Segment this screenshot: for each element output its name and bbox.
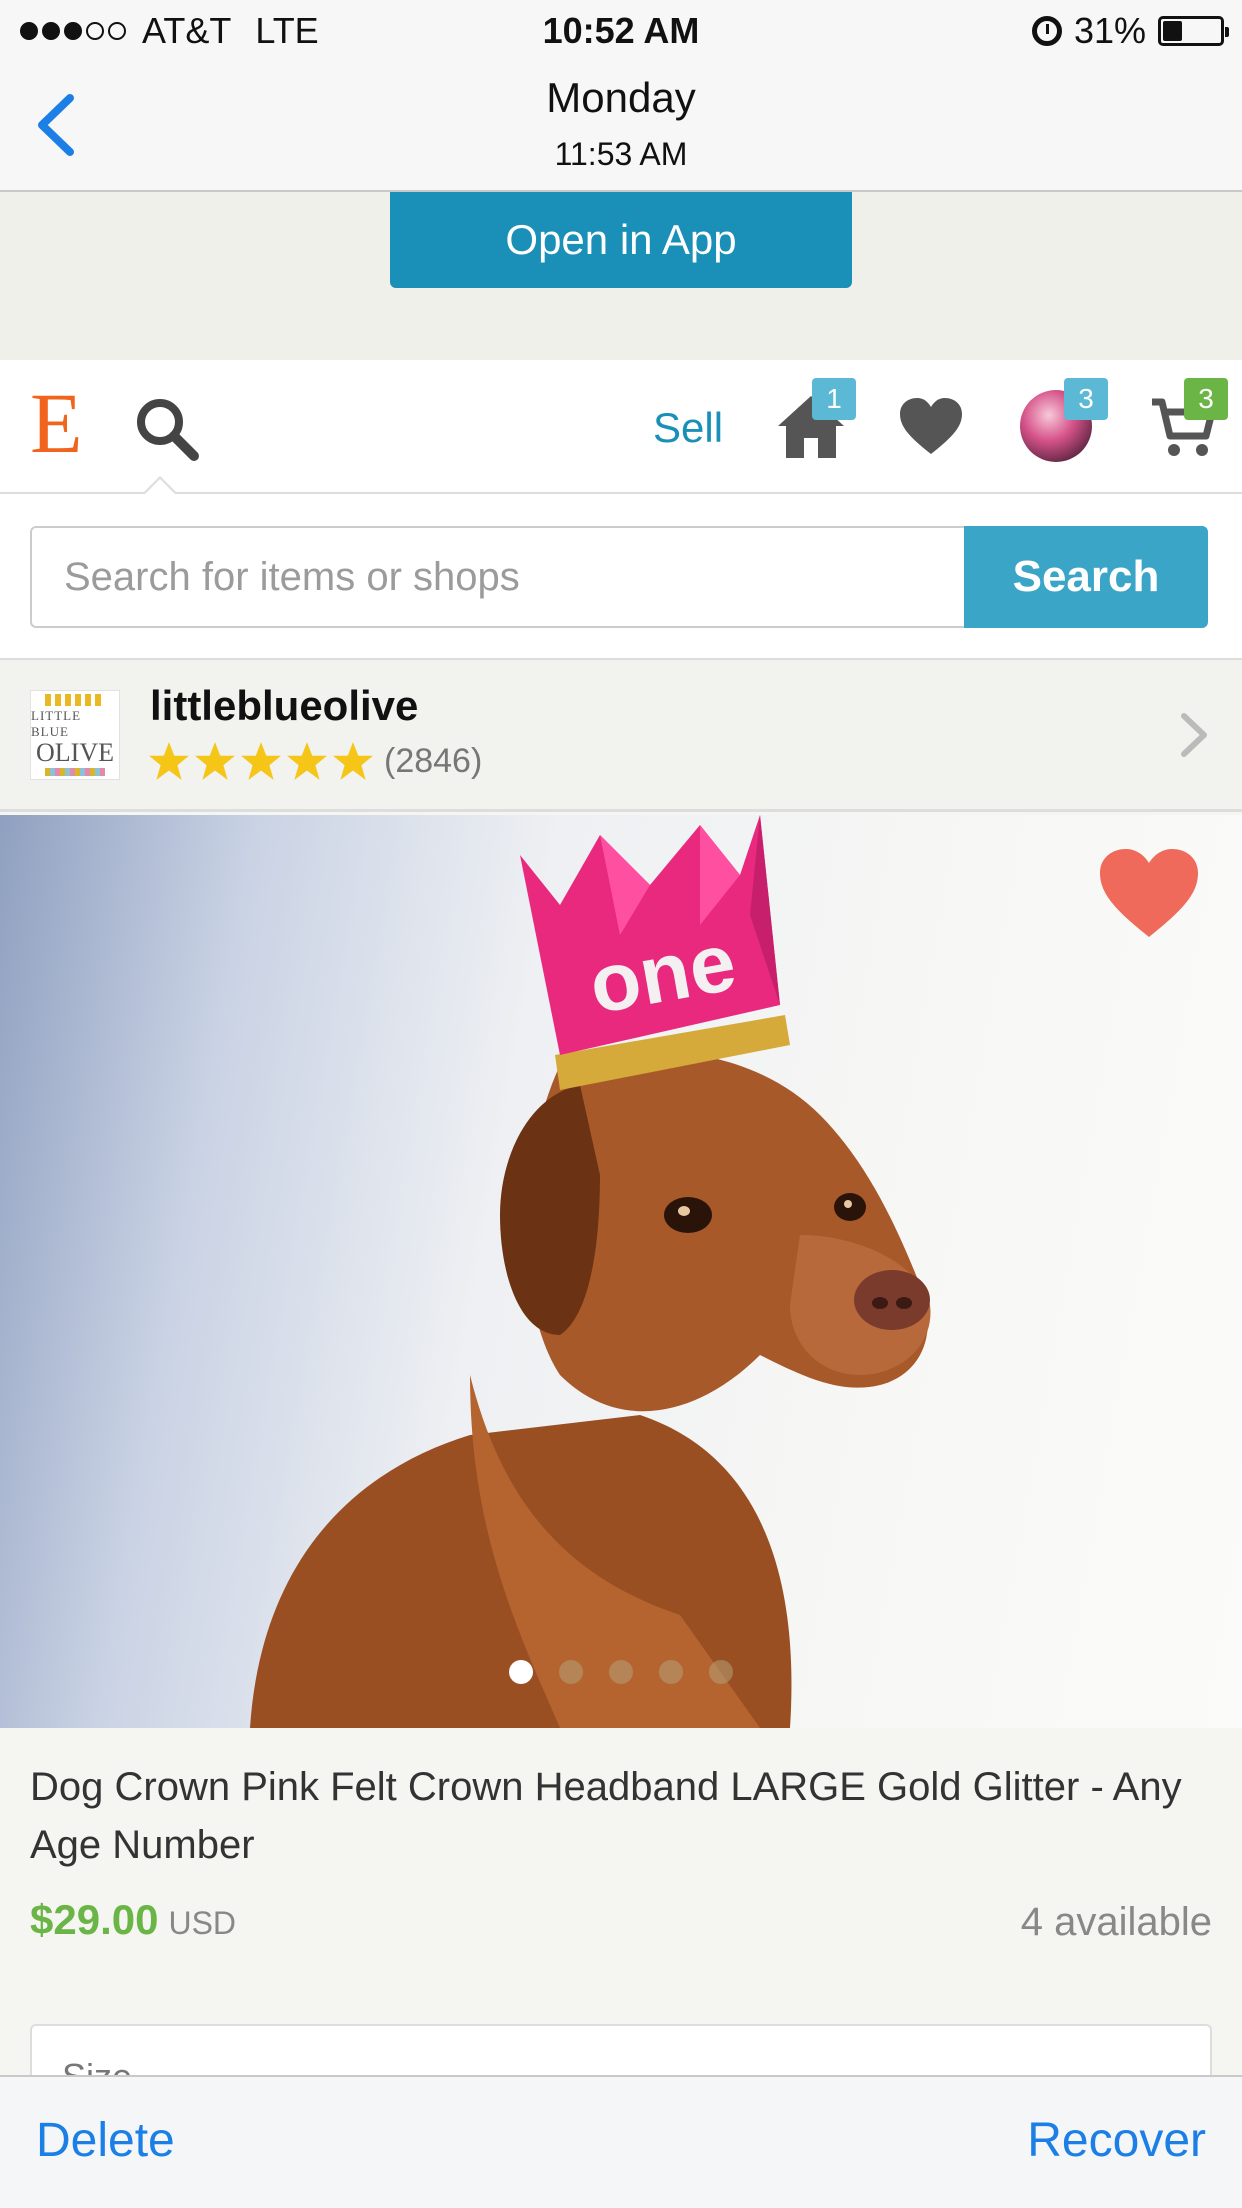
nav-title: Monday [546, 74, 696, 121]
top-bar: AT&T LTE 10:52 AM 31% Monday 11:53 AM [0, 0, 1242, 192]
status-right: 31% [1031, 10, 1229, 52]
chevron-right-icon [1181, 713, 1207, 757]
image-pager [0, 1660, 1242, 1684]
shop-logo-line1: LITTLE BLUE [31, 708, 82, 739]
etsy-logo[interactable]: E [30, 380, 83, 466]
review-count: (2846) [384, 741, 483, 780]
battery-percent: 31% [1073, 10, 1146, 51]
nav-subtitle: 11:53 AM [554, 136, 688, 172]
shop-rating: (2846) [148, 740, 482, 782]
alarm-icon [1031, 16, 1062, 46]
active-tab-caret [142, 476, 178, 495]
pager-dot[interactable] [509, 1660, 533, 1684]
pager-dot[interactable] [659, 1660, 683, 1684]
availability: 4 available [1020, 1900, 1212, 1944]
home-badge: 1 [812, 378, 856, 420]
star-icon [241, 742, 281, 780]
shop-name[interactable]: littleblueolive [150, 682, 418, 730]
delete-button[interactable]: Delete [36, 2113, 175, 2168]
pager-dot[interactable] [709, 1660, 733, 1684]
dog-with-crown-illustration: one [250, 815, 931, 1728]
price-currency: USD [168, 1905, 237, 1941]
star-icon [149, 742, 189, 780]
product-price: $29.00 USD [30, 1896, 236, 1944]
shop-logo: LITTLE BLUE OLIVE [30, 690, 120, 780]
recover-button[interactable]: Recover [1027, 2113, 1206, 2168]
search-button[interactable]: Search [964, 526, 1208, 628]
search-icon[interactable] [132, 394, 202, 464]
cart-badge: 3 [1184, 378, 1228, 420]
battery-icon [1158, 16, 1229, 46]
open-in-app-button[interactable]: Open in App [390, 192, 852, 288]
search-row: Search [0, 494, 1242, 660]
bottom-toolbar: Delete Recover [0, 2075, 1242, 2208]
etsy-header: E Sell 1 3 3 [0, 360, 1242, 495]
star-icon [333, 742, 373, 780]
star-icon [287, 742, 327, 780]
price-value: $29.00 [30, 1896, 159, 1943]
star-icon [195, 742, 235, 780]
product-image[interactable]: one [0, 815, 1242, 1728]
shop-row[interactable]: LITTLE BLUE OLIVE littleblueolive (2846) [0, 660, 1242, 812]
heart-icon[interactable] [898, 396, 964, 456]
pager-dot[interactable] [559, 1660, 583, 1684]
avatar-badge: 3 [1064, 378, 1108, 420]
shop-logo-line2: OLIVE [36, 738, 114, 767]
product-info: Dog Crown Pink Felt Crown Headband LARGE… [0, 1728, 1242, 2104]
favorite-heart-icon[interactable] [1098, 847, 1200, 939]
search-input[interactable] [30, 526, 964, 628]
product-title: Dog Crown Pink Felt Crown Headband LARGE… [30, 1765, 1182, 1867]
open-in-app-banner: Open in App [0, 192, 1242, 360]
status-bar: AT&T LTE 10:52 AM 31% [0, 10, 1242, 54]
pager-dot[interactable] [609, 1660, 633, 1684]
sell-link[interactable]: Sell [653, 404, 723, 452]
